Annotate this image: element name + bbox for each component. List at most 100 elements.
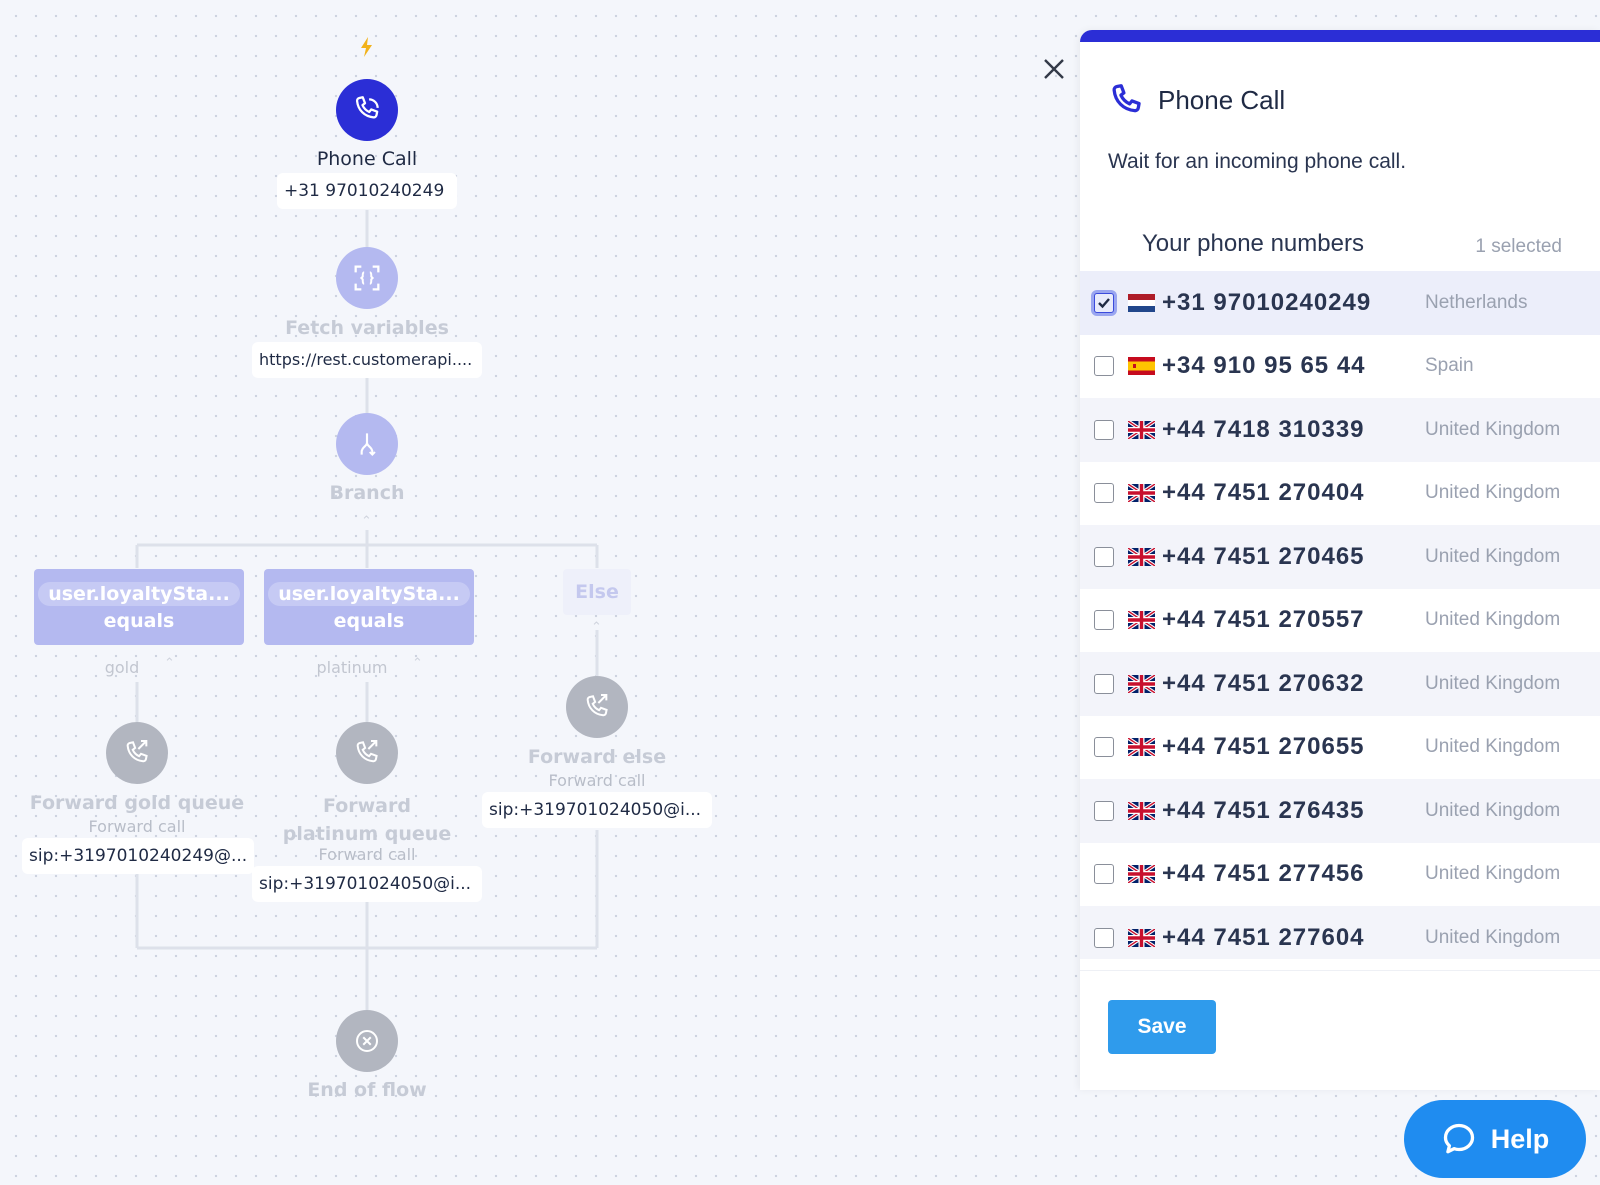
save-button[interactable]: Save — [1108, 1000, 1216, 1054]
flag-gb-icon — [1128, 674, 1155, 693]
phone-number: +44 7451 276435 — [1162, 796, 1365, 824]
phone-number: +34 910 95 65 44 — [1162, 352, 1366, 380]
phone-number-checkbox[interactable] — [1094, 737, 1114, 758]
help-label: Help — [1490, 1123, 1550, 1154]
flag-gb-icon — [1128, 801, 1155, 820]
help-button[interactable]: Help — [1404, 1100, 1586, 1178]
fetch-variables-node[interactable] — [336, 247, 398, 309]
forward-gold-type: Forward call — [88, 817, 186, 836]
phone-number: +44 7451 277456 — [1162, 860, 1365, 888]
phone-call-node-value: +31 97010240249 — [277, 173, 457, 209]
condition-else[interactable]: Else — [563, 569, 631, 615]
phone-number-checkbox[interactable] — [1094, 292, 1114, 313]
condition-operator: equals — [333, 610, 405, 632]
forward-gold-node[interactable] — [106, 722, 168, 784]
condition-platinum[interactable]: user.loyaltySta... equals — [264, 569, 474, 645]
forward-platinum-target: sip:+319701024050@i... — [252, 866, 482, 902]
phone-number-country: United Kingdom — [1425, 672, 1561, 694]
forward-platinum-title: Forward platinum queue — [282, 795, 452, 845]
phone-number-country: United Kingdom — [1425, 736, 1561, 758]
lightning-icon — [357, 36, 377, 58]
phone-number-row[interactable]: +34 910 95 65 44 Spain — [1080, 334, 1600, 398]
phone-number-country: United Kingdom — [1425, 418, 1561, 440]
forward-else-type: Forward call — [548, 771, 646, 790]
forward-call-icon — [356, 740, 378, 763]
forward-else-target: sip:+319701024050@i... — [482, 792, 712, 828]
forward-else-node[interactable] — [566, 676, 628, 738]
phone-number-country: Netherlands — [1425, 291, 1528, 313]
forward-platinum-node[interactable] — [336, 722, 398, 784]
phone-number: +44 7451 270557 — [1162, 606, 1365, 634]
flag-gb-icon — [1128, 420, 1155, 439]
expand-chevron-icon[interactable]: ⌃ — [591, 620, 602, 635]
end-of-flow-node[interactable] — [336, 1010, 398, 1072]
phone-number-row[interactable]: +44 7451 270557 United Kingdom — [1080, 588, 1600, 652]
phone-number-country: United Kingdom — [1425, 863, 1561, 885]
phone-call-node[interactable] — [336, 79, 398, 141]
phone-number-list[interactable]: +31 97010240249 Netherlands +34 910 95 65 … — [1080, 271, 1600, 959]
phone-number: +31 97010240249 — [1162, 288, 1372, 316]
branch-icon — [360, 433, 376, 456]
expand-chevron-icon[interactable]: ⌃ — [164, 656, 175, 671]
phone-number-row[interactable]: +44 7451 270632 United Kingdom — [1080, 652, 1600, 716]
flag-gb-icon — [1128, 611, 1155, 630]
phone-number-checkbox[interactable] — [1094, 546, 1114, 567]
phone-number-row[interactable]: +44 7451 270655 United Kingdom — [1080, 715, 1600, 779]
panel-description: Wait for an incoming phone call. — [1108, 150, 1407, 173]
phone-number-row[interactable]: +44 7451 277456 United Kingdom — [1080, 842, 1600, 906]
phone-number-checkbox[interactable] — [1094, 927, 1114, 948]
phone-number-country: United Kingdom — [1425, 482, 1561, 504]
phone-number: +44 7451 270465 — [1162, 542, 1365, 570]
forward-call-icon — [126, 740, 148, 763]
phone-number: +44 7418 310339 — [1162, 415, 1365, 443]
phone-number-checkbox[interactable] — [1094, 864, 1114, 885]
phone-number-row[interactable]: +44 7451 270404 United Kingdom — [1080, 461, 1600, 525]
flag-gb-icon — [1128, 928, 1155, 947]
phone-number-row[interactable]: +44 7451 276435 United Kingdom — [1080, 779, 1600, 843]
phone-number-row[interactable]: +44 7418 310339 United Kingdom — [1080, 398, 1600, 462]
expand-chevron-icon[interactable]: ⌃ — [412, 656, 423, 671]
flag-gb-icon — [1128, 484, 1155, 503]
condition-field: user.loyaltySta... — [38, 582, 240, 606]
phone-call-node-title: Phone Call — [316, 148, 418, 170]
chat-bubble-icon — [1443, 1123, 1474, 1154]
flag-gb-icon — [1128, 547, 1155, 566]
phone-number-row[interactable]: +31 97010240249 Netherlands — [1080, 271, 1600, 335]
flag-nl-icon — [1128, 293, 1155, 312]
phone-number-checkbox[interactable] — [1094, 483, 1114, 504]
phone-number-checkbox[interactable] — [1094, 800, 1114, 821]
branch-title: Branch — [329, 482, 405, 504]
collapse-chevron-icon[interactable]: ⌃ — [361, 514, 372, 529]
phone-icon — [1112, 84, 1141, 113]
forward-gold-target: sip:+3197010240249@... — [22, 838, 254, 874]
close-panel-button[interactable] — [1037, 52, 1071, 86]
phone-number-checkbox[interactable] — [1094, 356, 1114, 377]
phone-number: +44 7451 270404 — [1162, 479, 1365, 507]
phone-number-checkbox[interactable] — [1094, 610, 1114, 631]
branch-node[interactable] — [336, 413, 398, 475]
phone-number-row[interactable]: +44 7451 277604 United Kingdom — [1080, 906, 1600, 959]
flag-gb-icon — [1128, 865, 1155, 884]
phone-number: +44 7451 270632 — [1162, 669, 1365, 697]
forward-else-title: Forward else — [527, 746, 667, 768]
selected-count: 1 selected — [1475, 236, 1562, 257]
phone-number-country: United Kingdom — [1425, 926, 1561, 948]
phone-number-country: United Kingdom — [1425, 545, 1561, 567]
panel-title: Phone Call — [1158, 84, 1286, 115]
flag-es-icon — [1128, 357, 1155, 376]
forward-call-icon — [586, 694, 608, 717]
condition-gold[interactable]: user.loyaltySta... equals — [34, 569, 244, 645]
phone-number-checkbox[interactable] — [1094, 419, 1114, 440]
flag-gb-icon — [1128, 738, 1155, 757]
end-flow-icon — [356, 1030, 378, 1052]
end-of-flow-title: End of flow — [307, 1079, 427, 1101]
condition-value-gold: gold — [104, 658, 140, 677]
phone-numbers-heading: Your phone numbers — [1142, 230, 1364, 257]
phone-number-checkbox[interactable] — [1094, 673, 1114, 694]
close-icon — [1044, 59, 1064, 79]
phone-number-row[interactable]: +44 7451 270465 United Kingdom — [1080, 525, 1600, 589]
condition-field: user.loyaltySta... — [268, 582, 470, 606]
phone-number: +44 7451 277604 — [1162, 923, 1365, 951]
fetch-variables-title: Fetch variables — [285, 317, 449, 339]
phone-number: +44 7451 270655 — [1162, 733, 1365, 761]
